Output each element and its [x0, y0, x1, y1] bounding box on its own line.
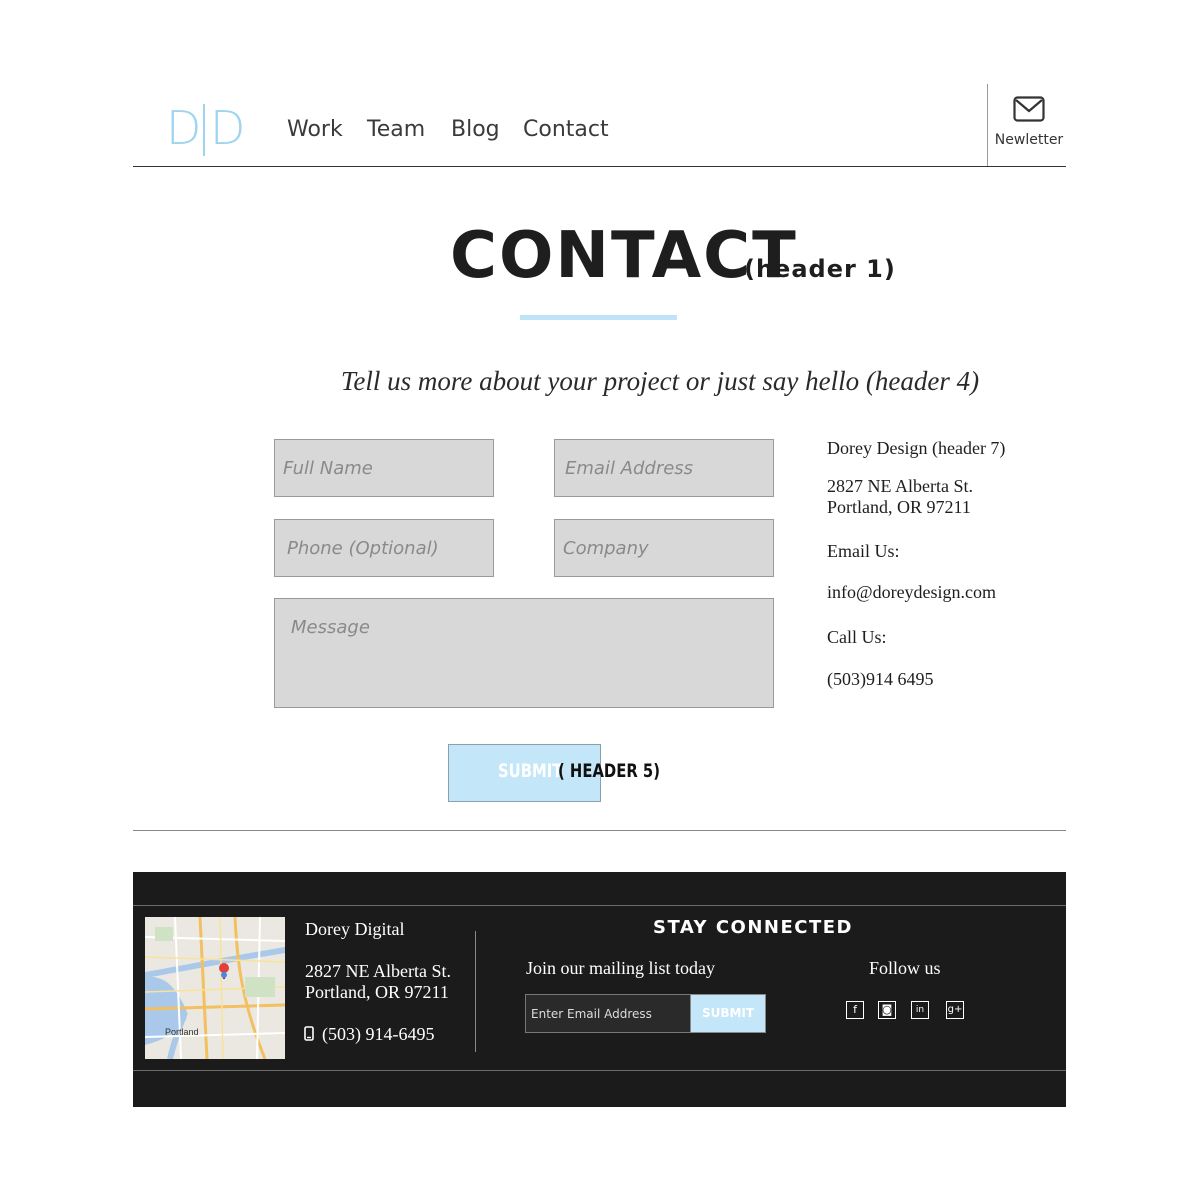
company-input[interactable]: [554, 519, 774, 577]
header-separator: [987, 84, 988, 166]
message-textarea[interactable]: [274, 598, 774, 708]
email-input[interactable]: [554, 439, 774, 497]
google-plus-icon[interactable]: g+: [946, 1001, 964, 1019]
submit-button-label: SUBMIT: [498, 760, 563, 782]
nav-team[interactable]: Team: [367, 116, 425, 144]
phone-icon: [304, 1026, 314, 1041]
header-divider: [133, 166, 1066, 167]
contact-email-link[interactable]: info@doreydesign.com: [827, 582, 996, 603]
facebook-icon[interactable]: f: [846, 1001, 864, 1019]
map-graphic: [145, 917, 285, 1059]
footer-email-input[interactable]: [525, 994, 691, 1033]
full-name-input[interactable]: [274, 439, 494, 497]
newsletter-button[interactable]: Newletter: [990, 96, 1068, 148]
nav-work[interactable]: Work: [287, 116, 343, 144]
footer-address-line1: 2827 NE Alberta St.: [305, 961, 451, 981]
contact-company: Dorey Design (header 7): [827, 438, 1006, 458]
logo-divider: [203, 104, 205, 156]
instagram-icon[interactable]: ◙: [878, 1001, 896, 1019]
envelope-icon: [1013, 96, 1045, 122]
section-divider: [133, 830, 1066, 831]
title-underline: [520, 315, 677, 320]
footer-top-rule: [133, 905, 1066, 906]
stay-connected-heading: STAY CONNECTED: [652, 917, 853, 938]
follow-us-text: Follow us: [869, 958, 941, 978]
contact-address-line1: 2827 NE Alberta St.: [827, 476, 973, 496]
map-city-label: Portland: [165, 1027, 199, 1037]
contact-address-line2: Portland, OR 97211: [827, 497, 971, 517]
footer-company: Dorey Digital: [305, 919, 405, 939]
footer-separator: [475, 931, 476, 1052]
contact-phone[interactable]: (503)914 6495: [827, 669, 934, 690]
footer-address-line2: Portland, OR 97211: [305, 982, 449, 1002]
email-heading: Email Us:: [827, 541, 900, 561]
nav-blog[interactable]: Blog: [451, 116, 500, 144]
page-subtitle: Tell us more about your project or just …: [340, 366, 980, 396]
newsletter-label: Newletter: [994, 132, 1064, 148]
page-title-note: (header 1): [744, 255, 896, 283]
logo[interactable]: D D: [166, 100, 246, 156]
footer-submit-button[interactable]: SUBMIT: [690, 994, 766, 1033]
footer-phone[interactable]: (503) 914-6495: [322, 1024, 434, 1045]
logo-letter-right: D: [210, 101, 246, 155]
call-heading: Call Us:: [827, 627, 887, 647]
logo-letter-left: D: [166, 101, 202, 155]
location-map[interactable]: Portland: [145, 917, 285, 1059]
submit-note: ( HEADER 5): [558, 760, 661, 782]
linkedin-icon[interactable]: in: [911, 1001, 929, 1019]
mailing-list-text: Join our mailing list today: [526, 958, 715, 978]
nav-contact[interactable]: Contact: [523, 116, 609, 144]
phone-input[interactable]: [274, 519, 494, 577]
footer-bottom-rule: [133, 1070, 1066, 1071]
